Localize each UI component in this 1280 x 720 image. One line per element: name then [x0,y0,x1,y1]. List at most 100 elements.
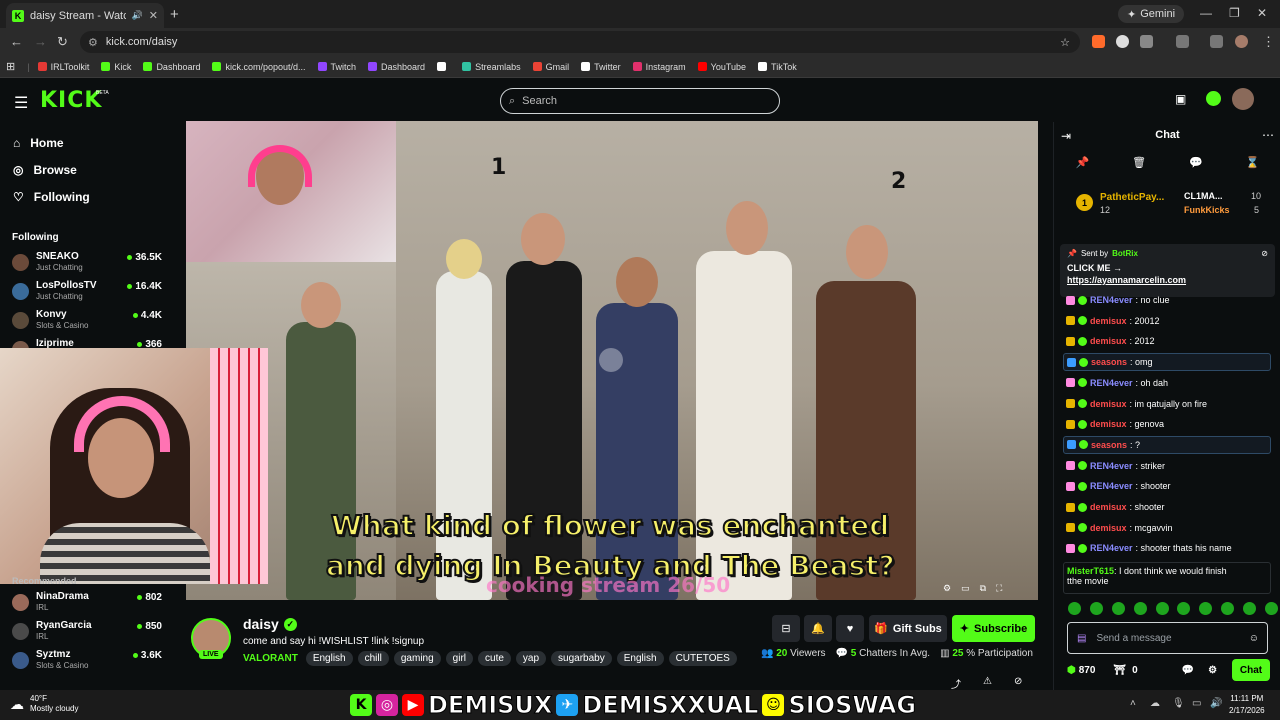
emote-icon[interactable] [1111,602,1125,615]
bookmark-item[interactable]: TikTok [758,62,797,72]
extension-icon[interactable] [1116,35,1129,48]
emote-icon[interactable] [1089,602,1103,615]
emote-icon[interactable] [1243,602,1256,615]
heart-follow-icon[interactable]: ♥ [836,615,864,642]
stream-tag[interactable]: gaming [393,651,441,666]
chat-settings-icon[interactable]: 💬 [1182,665,1194,676]
pause-icon[interactable] [599,348,623,372]
apps-grid-icon[interactable]: ⊞ [6,60,15,73]
chat-username[interactable]: demisux [1090,336,1127,346]
video-player[interactable]: 1 2 What kind of flower was enchanted an… [186,121,1038,600]
emote-icon[interactable] [1177,602,1191,615]
chat-username[interactable]: seasons [1091,357,1127,367]
gift-icon[interactable]: ▤ [1077,633,1086,644]
stream-tag[interactable]: English [305,651,353,666]
trash-icon[interactable]: 🗑 [1132,156,1146,169]
emoji-icon[interactable]: ☺ [1249,633,1259,644]
theater-mode-icon[interactable]: ▭ [961,583,970,594]
stream-category[interactable]: VALORANT [243,653,298,664]
more-options-icon[interactable]: ⋯ [1262,128,1274,142]
sidebar-item-browse[interactable]: ◎ Browse [13,163,77,177]
gift-subs-button[interactable]: 🎁 Gift Subs [869,615,947,642]
chat-username[interactable]: demisux [1090,399,1127,409]
chat-username[interactable]: MisterT615 [1067,566,1114,576]
sidebar-channel[interactable]: Syztmz Slots & Casino 3.6K [12,648,162,672]
search-input[interactable]: ⌕ Search [500,88,780,114]
chat-username[interactable]: REN4ever [1090,461,1133,471]
sidebar-channel[interactable]: Konvy Slots & Casino 4.4K [12,308,162,332]
streamer-name[interactable]: daisy [243,616,279,632]
bookmark-item[interactable]: Streamlabs [462,62,521,72]
url-bar[interactable]: ⚙ kick.com/daisy ☆ [80,31,1080,53]
kick-logo[interactable]: KICK [40,88,102,113]
bookmark-item[interactable]: Instagram [632,62,686,72]
points-icon[interactable]: ⬢ [1067,665,1076,676]
menu-dots-icon[interactable]: ⋮ [1262,34,1275,50]
profile-avatar[interactable] [1235,35,1248,48]
stream-tag[interactable]: CUTETOES [668,651,737,666]
chat-send-button[interactable]: Chat [1232,659,1270,681]
bookmark-item[interactable]: Twitch [317,62,356,72]
clock[interactable]: 11:11 PM 2/17/2026 [1229,693,1265,717]
user-avatar[interactable] [1232,88,1254,110]
site-info-icon[interactable]: ⚙ [88,36,98,49]
gift-box-icon[interactable]: ⛩ [1113,665,1126,676]
close-window-icon[interactable]: ✕ [1257,6,1267,20]
stream-tag[interactable]: English [616,651,664,666]
volume-icon[interactable]: 🔊 [1210,698,1222,709]
pin-icon[interactable]: 📌 [1075,156,1089,169]
sidebar-item-home[interactable]: ⌂ Home [13,136,64,150]
puzzle-icon[interactable] [1140,35,1153,48]
sidebar-channel[interactable]: RyanGarcia IRL 850 [12,619,162,643]
settings-icon[interactable]: ⚙ [943,583,951,594]
back-arrow-icon[interactable]: ← [10,34,23,49]
bell-icon[interactable]: 🔔 [804,615,832,642]
emote-icon[interactable] [1221,602,1235,615]
kick-account-icon[interactable] [1206,91,1221,106]
extension-icon[interactable] [1092,35,1105,48]
emote-icon[interactable] [1199,602,1213,615]
speaker-icon[interactable]: 🔊 [132,10,143,21]
report-icon[interactable]: ⚠ [983,676,992,691]
weather-widget[interactable]: ☁ 40°F Mostly cloudy [10,694,78,714]
chat-username[interactable]: demisux [1090,502,1127,512]
sidebar-channel[interactable]: NinaDrama IRL 802 [12,590,162,614]
reload-icon[interactable]: ↻ [57,34,68,50]
share-icon[interactable]: ⤴ [951,676,961,691]
sidebar-item-following[interactable]: ♡ Following [13,190,90,204]
chat-username[interactable]: REN4ever [1090,543,1133,553]
stream-tag[interactable]: sugarbaby [551,651,612,666]
emote-icon[interactable] [1264,602,1278,615]
tray-chevron-icon[interactable]: ˄ [1130,698,1136,709]
microphone-icon[interactable]: 🎙 [1172,698,1185,709]
close-tab-icon[interactable]: ✕ [149,9,158,22]
cast-icon[interactable]: ▣ [1175,92,1186,106]
bookmark-item[interactable]: Gmail [532,62,569,72]
stream-tag[interactable]: girl [445,651,474,666]
bookmark-item[interactable]: Dashboard [143,62,200,72]
clip-icon[interactable]: ⊟ [772,615,800,642]
gemini-button[interactable]: ✦ Gemini [1118,5,1185,23]
new-tab-icon[interactable]: + [170,6,179,23]
bookmark-item[interactable]: Kick [101,62,131,72]
network-icon[interactable]: ▭ [1192,698,1201,709]
browser-tab[interactable]: K daisy Stream - Watch Live o 🔊 ✕ [6,3,164,28]
chat-username[interactable]: REN4ever [1090,481,1133,491]
bookmark-item[interactable]: Dashboard [368,62,425,72]
chat-username[interactable]: REN4ever [1090,295,1133,305]
emote-icon[interactable] [1133,602,1147,615]
gear-icon[interactable]: ⚙ [1208,665,1217,676]
chat-bubble-icon[interactable]: 💬 [1189,156,1203,169]
split-view-icon[interactable] [1176,35,1189,48]
bookmark-item[interactable]: Twitter [581,62,621,72]
stream-tag[interactable]: chill [357,651,389,666]
subscribe-button[interactable]: ✦ Subscribe [952,615,1035,642]
minimize-icon[interactable]: — [1200,6,1212,20]
chat-username[interactable]: demisux [1090,419,1127,429]
pip-icon[interactable]: ⧉ [980,583,986,594]
hourglass-icon[interactable]: ⌛ [1246,156,1260,169]
bookmark-item[interactable]: YouTube [697,62,746,72]
bookmark-item[interactable] [437,62,450,72]
chat-input[interactable]: ▤ Send a message ☺ [1067,622,1268,654]
bookmark-item[interactable]: kick.com/popout/d... [212,62,306,72]
